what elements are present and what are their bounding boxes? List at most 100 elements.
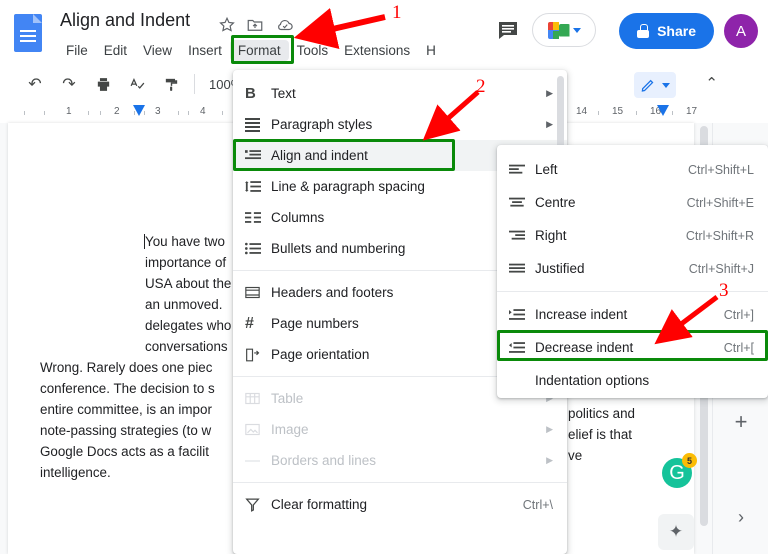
- align-center-icon: [509, 197, 535, 209]
- image-icon: [245, 423, 271, 436]
- bullets-icon: [245, 242, 271, 255]
- submenu-item-centre[interactable]: Centre Ctrl+Shift+E: [497, 186, 768, 219]
- decrease-indent-icon: [509, 341, 535, 354]
- text-cursor: [144, 234, 145, 249]
- menu-item-clear-formatting[interactable]: Clear formatting Ctrl+\: [233, 489, 567, 520]
- submenu-item-shortcut: Ctrl+Shift+J: [688, 261, 754, 276]
- editing-mode-button[interactable]: [634, 72, 676, 98]
- columns-icon: [245, 211, 271, 224]
- menu-item-paragraph-styles[interactable]: Paragraph styles ▶: [233, 109, 567, 140]
- grammarly-badge: 5: [682, 453, 697, 468]
- toolbar-divider: [194, 74, 195, 94]
- align-right-icon: [509, 230, 535, 242]
- submenu-item-indentation-options[interactable]: Indentation options: [497, 364, 768, 397]
- submenu-item-left[interactable]: Left Ctrl+Shift+L: [497, 153, 768, 186]
- submenu-item-shortcut: Ctrl+Shift+E: [686, 195, 754, 210]
- menu-item-label: Borders and lines: [271, 453, 377, 468]
- submenu-item-label: Decrease indent: [535, 340, 634, 355]
- submenu-item-right[interactable]: Right Ctrl+Shift+R: [497, 219, 768, 252]
- submenu-item-label: Left: [535, 162, 558, 177]
- borders-lines-icon: —: [245, 452, 260, 469]
- doc-line: ve: [568, 448, 583, 463]
- annotation-number-3: 3: [719, 280, 729, 301]
- app-header: Align and Indent File Edit View Insert F…: [0, 0, 768, 65]
- chevron-right-icon: ▶: [546, 455, 553, 465]
- share-button-label: Share: [657, 23, 696, 39]
- menu-tools[interactable]: Tools: [289, 40, 337, 61]
- google-meet-icon: [547, 21, 570, 39]
- menu-item-borders-lines[interactable]: — Borders and lines ▶: [233, 445, 567, 476]
- grammarly-glyph: G: [669, 461, 685, 484]
- menu-view[interactable]: View: [135, 40, 180, 61]
- menu-item-image[interactable]: Image ▶: [233, 414, 567, 445]
- google-docs-logo[interactable]: [14, 14, 42, 52]
- menu-help[interactable]: H: [418, 40, 444, 61]
- table-icon: [245, 392, 271, 405]
- paragraph-styles-icon: [245, 117, 271, 132]
- menu-format[interactable]: Format: [229, 39, 289, 61]
- submenu-item-label: Centre: [535, 195, 576, 210]
- avatar[interactable]: A: [724, 14, 758, 48]
- bold-text-icon: B: [245, 85, 256, 102]
- page-orientation-icon: [245, 348, 271, 362]
- explore-button[interactable]: ✦: [658, 514, 694, 550]
- collapse-menu-icon[interactable]: ⌃: [705, 74, 718, 92]
- menu-extensions[interactable]: Extensions: [336, 40, 418, 61]
- chevron-right-icon: ▶: [546, 119, 553, 129]
- ruler-tick-3: 3: [155, 106, 161, 117]
- lock-icon: [637, 24, 650, 38]
- align-and-indent-submenu[interactable]: Left Ctrl+Shift+L Centre Ctrl+Shift+E Ri…: [497, 145, 768, 398]
- chevron-right-icon: ▶: [546, 424, 553, 434]
- menu-file[interactable]: File: [58, 40, 96, 61]
- ruler-tick-15: 15: [612, 106, 624, 117]
- submenu-item-shortcut: Ctrl+Shift+R: [685, 228, 754, 243]
- pencil-icon: [641, 79, 654, 92]
- google-meet-button[interactable]: [532, 13, 596, 47]
- increase-indent-icon: [509, 308, 535, 321]
- annotation-number-1: 1: [392, 2, 402, 23]
- document-right-fragment: politics and elief is that ve: [568, 403, 635, 466]
- comment-icon[interactable]: [496, 18, 522, 44]
- submenu-item-shortcut: Ctrl+Shift+L: [687, 162, 754, 177]
- menu-divider: [233, 482, 567, 483]
- chevron-down-icon: [572, 27, 581, 33]
- submenu-item-label: Justified: [535, 261, 585, 276]
- spellcheck-icon[interactable]: [124, 71, 150, 97]
- add-apps-icon[interactable]: +: [727, 408, 755, 436]
- align-justify-icon: [509, 263, 535, 275]
- redo-icon[interactable]: ↷: [56, 71, 82, 97]
- expand-panel-icon[interactable]: ›: [727, 503, 755, 531]
- clear-formatting-icon: [245, 498, 271, 512]
- undo-icon[interactable]: ↶: [22, 71, 48, 97]
- align-left-icon: [509, 164, 535, 176]
- move-to-folder-icon[interactable]: [246, 16, 266, 36]
- menu-insert[interactable]: Insert: [180, 40, 230, 61]
- line-spacing-icon: [245, 180, 271, 193]
- annotation-number-2: 2: [476, 76, 486, 97]
- ruler-tick-1: 1: [66, 106, 72, 117]
- doc-line: politics and: [568, 406, 635, 421]
- sparkle-icon: ✦: [668, 522, 684, 541]
- chevron-down-icon: [662, 82, 670, 88]
- submenu-item-increase-indent[interactable]: Increase indent Ctrl+]: [497, 298, 768, 331]
- menu-bar: File Edit View Insert Format Tools Exten…: [58, 38, 444, 62]
- grammarly-icon[interactable]: G 5: [662, 453, 697, 488]
- submenu-item-shortcut: Ctrl+[: [723, 340, 754, 355]
- cloud-saved-icon[interactable]: [276, 16, 296, 36]
- print-icon[interactable]: [90, 71, 116, 97]
- submenu-item-label: Indentation options: [535, 373, 650, 388]
- ruler-tick-4: 4: [200, 106, 206, 117]
- headers-footers-icon: [245, 286, 271, 299]
- paint-format-icon[interactable]: [158, 71, 184, 97]
- submenu-item-decrease-indent[interactable]: Decrease indent Ctrl+[: [497, 331, 768, 364]
- menu-item-text[interactable]: B Text ▶: [233, 78, 567, 109]
- submenu-item-label: Increase indent: [535, 307, 628, 322]
- page-title[interactable]: Align and Indent: [60, 10, 190, 31]
- star-icon[interactable]: [218, 16, 238, 36]
- ruler-tick-17: 17: [686, 106, 698, 117]
- submenu-item-label: Right: [535, 228, 567, 243]
- share-button[interactable]: Share: [619, 13, 714, 49]
- ruler-tick-2: 2: [114, 106, 120, 117]
- submenu-item-shortcut: Ctrl+]: [723, 307, 754, 322]
- menu-edit[interactable]: Edit: [96, 40, 135, 61]
